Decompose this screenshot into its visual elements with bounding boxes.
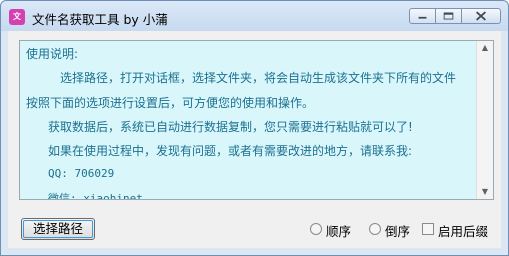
close-button[interactable] (461, 8, 501, 24)
instruction-line: 如果在使用过程中，发现有问题，或者有需要改进的地方，请联系我: (48, 144, 413, 158)
instructions-heading: 使用说明: (26, 47, 79, 61)
instruction-line: 选择路径，打开对话框，选择文件夹，将会自动生成该文件夹下所有的文件 (60, 71, 457, 85)
scroll-up-icon[interactable]: ▲ (477, 41, 493, 55)
scroll-down-icon[interactable]: ▼ (477, 185, 493, 199)
instruction-line: 获取数据后，系统已自动进行数据复制，您只需要进行粘贴就可以了! (48, 120, 413, 134)
maximize-icon (443, 12, 454, 20)
app-icon: 文 (9, 9, 25, 25)
instructions-textarea[interactable]: 使用说明: 选择路径，打开对话框，选择文件夹，将会自动生成该文件夹下所有的文件 … (19, 40, 494, 200)
instruction-line: 按照下面的选项进行设置后，可方便您的使用和操作。 (26, 96, 315, 110)
order-asc-radio[interactable] (310, 223, 322, 235)
minimize-button[interactable] (409, 8, 436, 24)
maximize-button[interactable] (435, 8, 462, 24)
enable-suffix-label: 启用后缀 (438, 224, 489, 239)
app-window: 文 文件名获取工具 by 小蒲 使用说明: 选择路径，打开对话框，选择文件夹，将… (0, 0, 509, 256)
contact-qq: QQ: 706029 (48, 167, 115, 180)
order-desc-radio[interactable] (369, 223, 381, 235)
contact-wechat: 微信: xiaohinet (48, 192, 143, 200)
enable-suffix-checkbox[interactable] (422, 223, 434, 235)
order-desc-label: 倒序 (385, 224, 411, 239)
title-bar[interactable]: 文 文件名获取工具 by 小蒲 (1, 1, 508, 31)
order-asc-label: 顺序 (326, 224, 352, 239)
client-area: 使用说明: 选择路径，打开对话框，选择文件夹，将会自动生成该文件夹下所有的文件 … (8, 31, 501, 248)
minimize-icon (418, 16, 427, 19)
window-title: 文件名获取工具 by 小蒲 (32, 12, 168, 27)
close-icon (476, 11, 486, 21)
vertical-scrollbar[interactable]: ▲ ▼ (476, 41, 493, 199)
select-path-button[interactable]: 选择路径 (21, 218, 95, 240)
